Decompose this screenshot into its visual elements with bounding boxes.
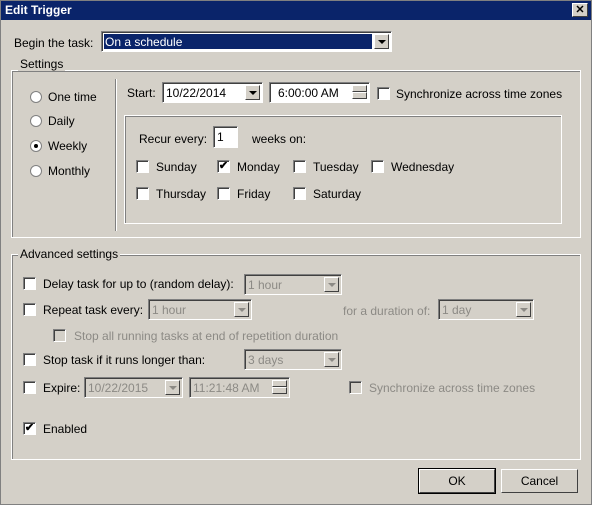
spin-down-icon[interactable]: [272, 387, 287, 394]
expire-sync-checkbox[interactable]: [349, 381, 362, 394]
duration-select[interactable]: 1 day: [438, 299, 534, 320]
friday-label: Friday: [237, 187, 271, 201]
ok-button[interactable]: OK: [418, 468, 496, 494]
radio-label-daily: Daily: [48, 114, 75, 128]
cancel-button[interactable]: Cancel: [501, 469, 578, 493]
begin-task-value: On a schedule: [105, 35, 183, 49]
friday-checkbox[interactable]: [217, 187, 230, 200]
sunday-checkbox[interactable]: [136, 160, 149, 173]
delay-select[interactable]: 1 hour: [244, 274, 342, 295]
chevron-down-icon[interactable]: [374, 34, 389, 49]
begin-task-select[interactable]: On a schedule: [101, 31, 392, 52]
start-time-spinner[interactable]: 6:00:00 AM: [269, 82, 370, 103]
repeat-interval-value: 1 hour: [152, 303, 187, 317]
radio-label-weekly: Weekly: [48, 139, 88, 153]
expire-time-spinner[interactable]: 11:21:48 AM: [189, 377, 290, 398]
advanced-settings-legend: Advanced settings: [18, 247, 121, 261]
delay-value: 1 hour: [248, 278, 283, 292]
settings-legend: Settings: [18, 57, 66, 71]
chevron-down-icon[interactable]: [234, 302, 249, 317]
vertical-divider: [115, 79, 117, 231]
sunday-label: Sunday: [156, 160, 197, 174]
radio-label-monthly: Monthly: [48, 164, 91, 178]
expire-date-picker[interactable]: 10/22/2015: [84, 377, 183, 398]
start-time-value: 6:00:00 AM: [278, 86, 339, 100]
chevron-down-icon[interactable]: [516, 302, 531, 317]
weeks-on-label: weeks on:: [252, 132, 307, 146]
stop-longer-label: Stop task if it runs longer than:: [43, 353, 206, 367]
monday-label: Monday: [237, 160, 280, 174]
duration-value: 1 day: [442, 303, 472, 317]
thursday-checkbox[interactable]: [136, 187, 149, 200]
expire-time-value: 11:21:48 AM: [193, 381, 260, 395]
monday-checkbox[interactable]: ✔: [217, 160, 230, 173]
enabled-checkbox[interactable]: ✔: [23, 422, 36, 435]
chevron-down-icon[interactable]: [324, 352, 339, 367]
sync-time-zones-checkbox[interactable]: [377, 87, 390, 100]
calendar-dropdown-icon[interactable]: [245, 85, 260, 100]
radio-monthly[interactable]: [30, 165, 42, 177]
stop-longer-value: 3 days: [248, 353, 284, 367]
spin-down-icon[interactable]: [352, 92, 367, 99]
expire-sync-label: Synchronize across time zones: [369, 381, 536, 395]
spin-up-icon[interactable]: [272, 380, 287, 387]
radio-daily[interactable]: [30, 115, 42, 127]
spin-up-icon[interactable]: [352, 85, 367, 92]
chevron-down-icon[interactable]: [324, 277, 339, 292]
edit-trigger-dialog: Edit Trigger ✕ Begin the task: On a sche…: [0, 0, 592, 505]
repeat-task-label: Repeat task every:: [43, 303, 144, 317]
stop-longer-select[interactable]: 3 days: [244, 349, 342, 370]
tuesday-label: Tuesday: [313, 160, 359, 174]
radio-weekly[interactable]: [30, 140, 42, 152]
window-title: Edit Trigger: [5, 3, 72, 17]
radio-one-time[interactable]: [30, 91, 42, 103]
expire-label: Expire:: [43, 381, 81, 395]
wednesday-checkbox[interactable]: [371, 160, 384, 173]
stop-all-label: Stop all running tasks at end of repetit…: [74, 329, 339, 343]
enabled-label: Enabled: [43, 422, 88, 436]
title-bar: Edit Trigger: [1, 1, 591, 20]
calendar-dropdown-icon[interactable]: [165, 380, 180, 395]
thursday-label: Thursday: [156, 187, 207, 201]
recur-every-value: 1: [217, 130, 224, 144]
close-button[interactable]: ✕: [572, 3, 588, 17]
repeat-interval-select[interactable]: 1 hour: [148, 299, 252, 320]
radio-label-one-time: One time: [48, 90, 97, 104]
recur-every-label: Recur every:: [139, 132, 208, 146]
duration-label: for a duration of:: [343, 304, 431, 318]
start-date-picker[interactable]: 10/22/2014: [162, 82, 263, 103]
begin-task-label: Begin the task:: [14, 36, 94, 50]
sync-time-zones-label: Synchronize across time zones: [396, 87, 563, 101]
delay-task-checkbox[interactable]: [23, 277, 36, 290]
saturday-label: Saturday: [313, 187, 362, 201]
delay-task-label: Delay task for up to (random delay):: [43, 277, 234, 291]
wednesday-label: Wednesday: [391, 160, 455, 174]
tuesday-checkbox[interactable]: [293, 160, 306, 173]
saturday-checkbox[interactable]: [293, 187, 306, 200]
recur-every-input[interactable]: 1: [213, 126, 238, 148]
expire-checkbox[interactable]: [23, 381, 36, 394]
start-date-value: 10/22/2014: [166, 86, 227, 100]
stop-all-checkbox[interactable]: [53, 329, 66, 342]
start-label: Start:: [127, 86, 156, 100]
repeat-task-checkbox[interactable]: [23, 303, 36, 316]
stop-longer-checkbox[interactable]: [23, 353, 36, 366]
expire-date-value: 10/22/2015: [88, 381, 149, 395]
close-icon: ✕: [575, 4, 585, 16]
